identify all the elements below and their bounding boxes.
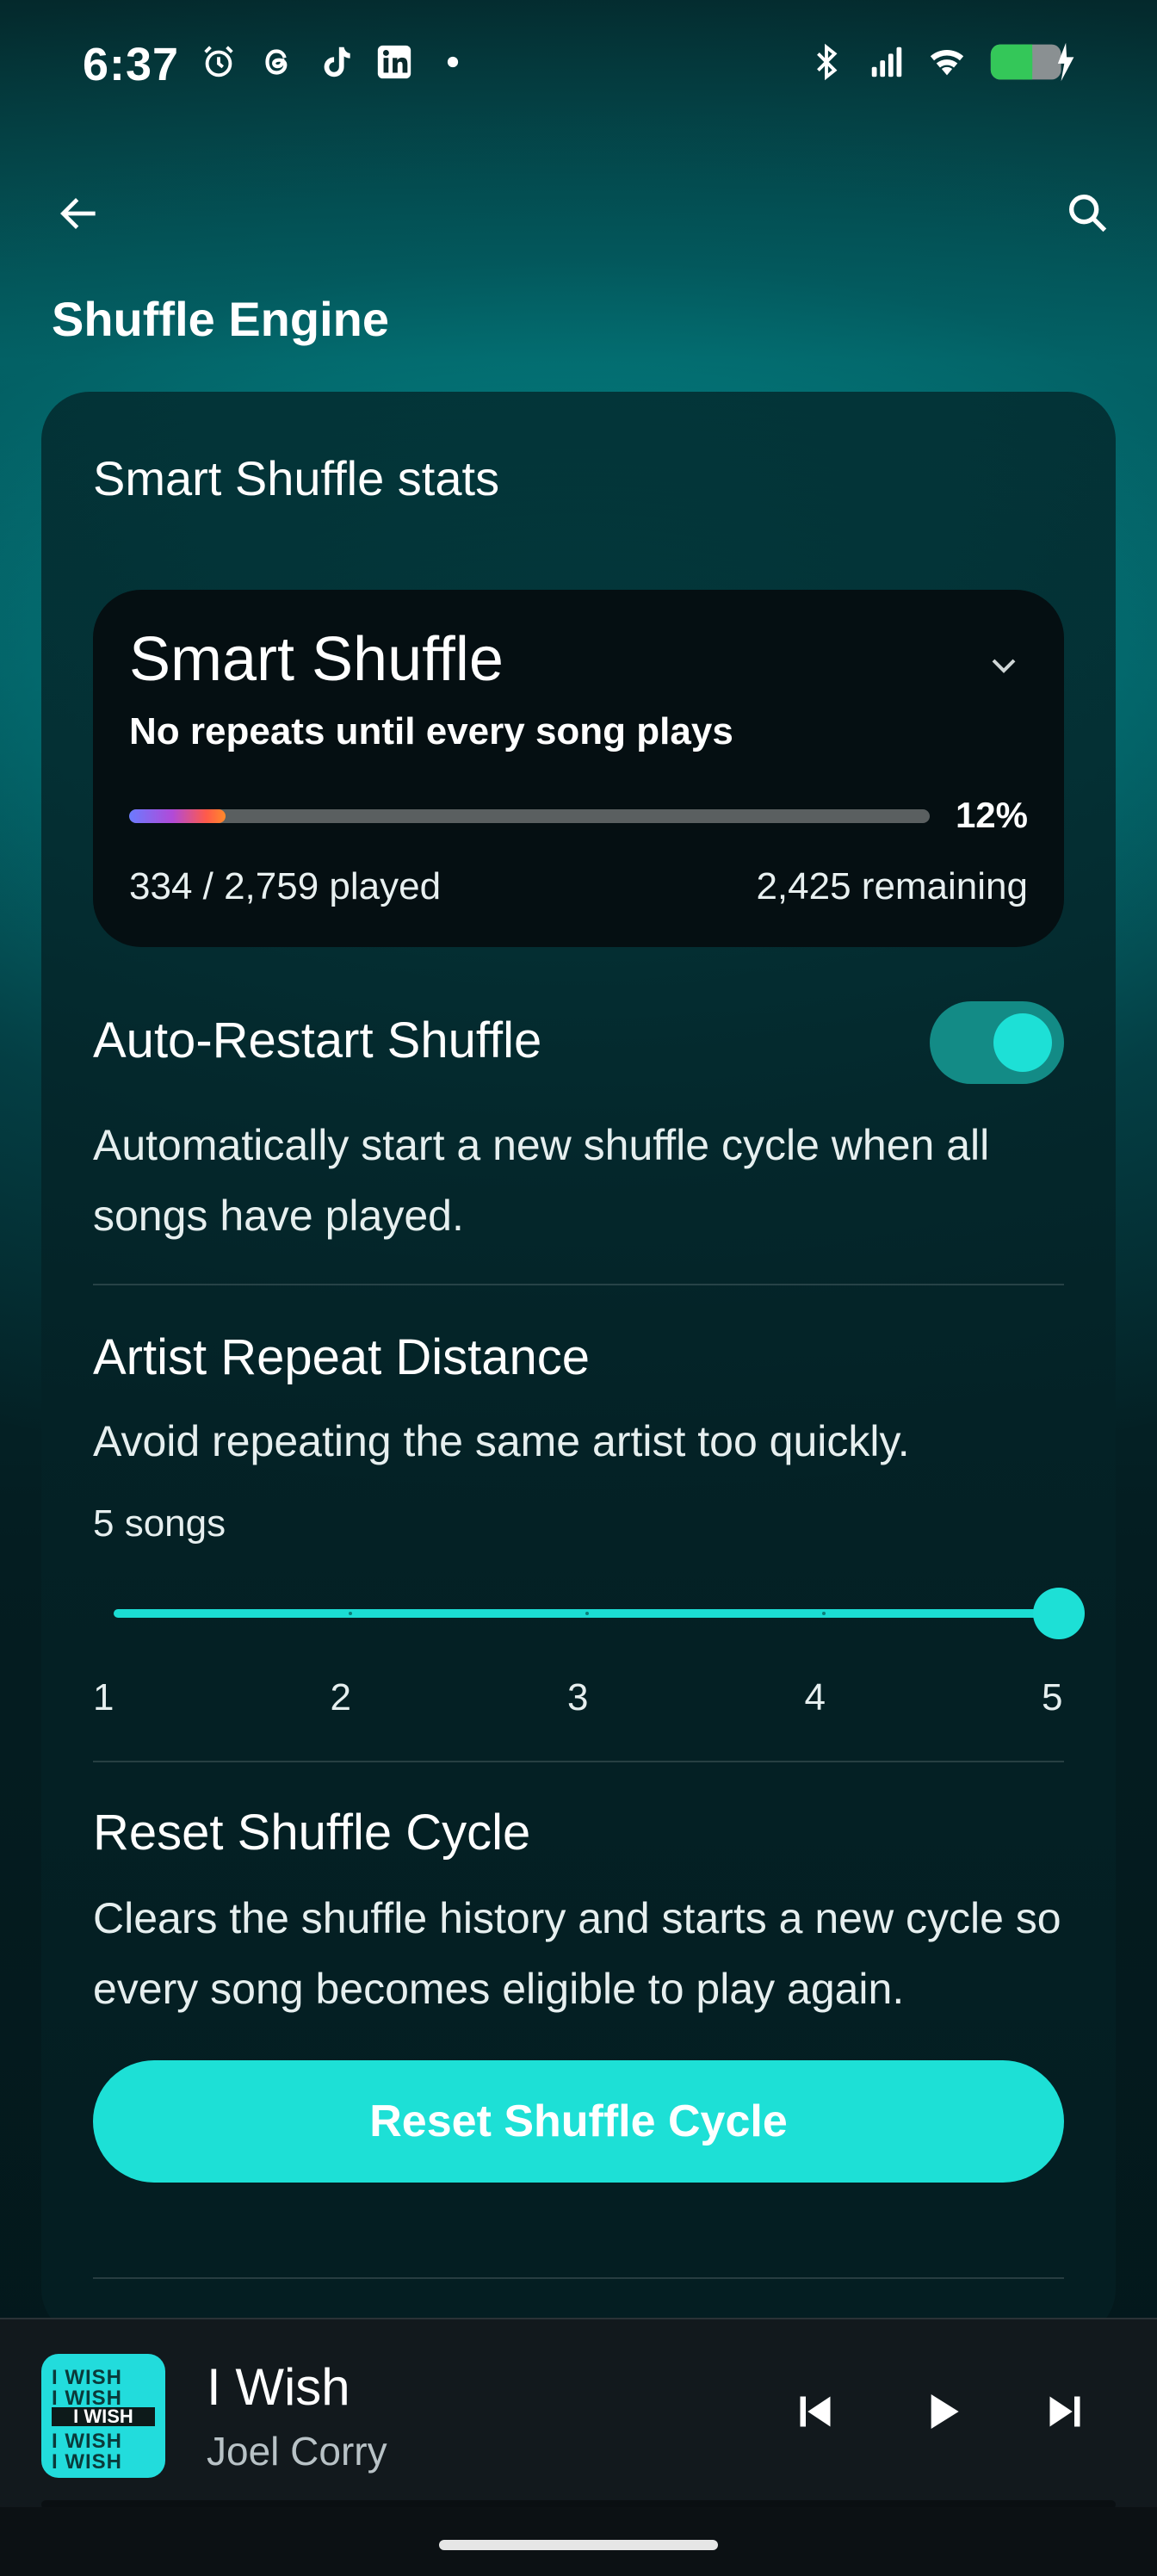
chevron-down-icon[interactable] xyxy=(978,640,1030,691)
album-art: I WISH I WISH I WISH I WISH I WISH xyxy=(41,2354,165,2478)
slider-tick-label: 1 xyxy=(93,1676,114,1718)
slider-tick xyxy=(585,1612,589,1615)
skip-next-icon xyxy=(1039,2386,1091,2442)
shuffle-progress-bar xyxy=(129,809,930,823)
progress-percent: 12% xyxy=(955,795,1028,835)
divider xyxy=(93,2277,1064,2279)
play-icon xyxy=(915,2384,970,2443)
battery-charging-icon xyxy=(987,41,1081,83)
back-button[interactable] xyxy=(45,181,114,250)
tiktok-icon xyxy=(315,41,356,83)
reset-description: Clears the shuffle history and starts a … xyxy=(93,1894,1061,2013)
toggle-knob xyxy=(993,1013,1052,1072)
slider-tick-label: 5 xyxy=(1042,1676,1063,1718)
search-icon xyxy=(1063,189,1113,243)
shuffle-progress-fill xyxy=(129,809,226,823)
shuffle-settings-card: Smart Shuffle stats Smart Shuffle No rep… xyxy=(41,392,1116,2338)
album-art-text: I WISH xyxy=(52,2407,155,2426)
track-artist: Joel Corry xyxy=(207,2429,387,2474)
slider-tick xyxy=(349,1612,352,1615)
system-icons xyxy=(806,41,1081,83)
skip-next-button[interactable] xyxy=(1026,2375,1104,2452)
divider xyxy=(93,1284,1064,1285)
slider-thumb[interactable] xyxy=(1033,1588,1085,1639)
reset-shuffle-cycle-button[interactable]: Reset Shuffle Cycle xyxy=(93,2060,1064,2183)
play-button[interactable] xyxy=(904,2375,981,2452)
artist-repeat-description: Avoid repeating the same artist too quic… xyxy=(93,1417,910,1465)
skip-previous-button[interactable] xyxy=(776,2375,854,2452)
arrow-left-icon xyxy=(55,189,103,242)
auto-restart-description: Automatically start a new shuffle cycle … xyxy=(93,1121,990,1240)
auto-restart-toggle[interactable] xyxy=(930,1001,1064,1084)
shuffle-mode-subtitle: No repeats until every song plays xyxy=(129,710,733,752)
signal-icon xyxy=(866,41,907,83)
notification-icons xyxy=(198,41,473,83)
wifi-icon xyxy=(926,41,968,83)
bluetooth-icon xyxy=(806,41,847,83)
search-button[interactable] xyxy=(1054,181,1123,250)
threads-icon xyxy=(257,41,298,83)
slider-value-label: 5 songs xyxy=(93,1502,226,1545)
smart-shuffle-panel[interactable]: Smart Shuffle No repeats until every son… xyxy=(93,590,1064,947)
reset-title: Reset Shuffle Cycle xyxy=(93,1805,531,1861)
mini-player[interactable]: I WISH I WISH I WISH I WISH I WISH I Wis… xyxy=(0,2318,1157,2509)
divider xyxy=(93,1761,1064,1762)
alarm-icon xyxy=(198,41,239,83)
card-title: Smart Shuffle stats xyxy=(93,451,500,505)
linkedin-icon xyxy=(374,41,415,83)
artist-repeat-title: Artist Repeat Distance xyxy=(93,1329,591,1385)
slider-tick-label: 3 xyxy=(567,1676,589,1718)
slider-tick xyxy=(822,1612,826,1615)
slider-tick-label: 4 xyxy=(804,1676,826,1718)
remaining-count: 2,425 remaining xyxy=(756,865,1028,907)
track-title: I Wish xyxy=(207,2358,350,2416)
artist-repeat-slider[interactable] xyxy=(114,1609,1061,1618)
top-app-bar xyxy=(0,172,1157,258)
shuffle-mode-label: Smart Shuffle xyxy=(129,625,504,694)
status-bar: 6:37 xyxy=(0,0,1157,129)
page-title: Shuffle Engine xyxy=(52,292,389,346)
slider-tick-label: 2 xyxy=(330,1676,351,1718)
auto-restart-title: Auto-Restart Shuffle xyxy=(93,1012,542,1068)
dot-icon xyxy=(432,41,473,83)
home-indicator[interactable] xyxy=(439,2540,718,2550)
played-count: 334 / 2,759 played xyxy=(129,865,442,907)
skip-previous-icon xyxy=(789,2386,841,2442)
status-time: 6:37 xyxy=(83,39,180,90)
